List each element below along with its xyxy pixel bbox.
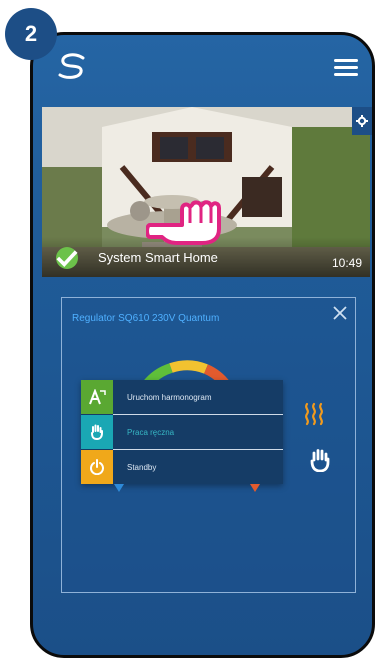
menu-item-manual[interactable]: Praca ręczna: [81, 415, 283, 449]
mode-menu: Uruchom harmonogram Praca ręczna Standby: [81, 380, 283, 484]
range-marker-left: [114, 484, 124, 492]
step-number-badge: 2: [5, 8, 57, 60]
power-icon: [81, 450, 113, 484]
menu-item-schedule[interactable]: Uruchom harmonogram: [81, 380, 283, 414]
hamburger-menu-icon[interactable]: [334, 59, 358, 77]
close-icon[interactable]: [333, 306, 347, 320]
step-number: 2: [24, 21, 38, 46]
app-top-bar: [33, 35, 372, 99]
home-title: System Smart Home: [98, 250, 218, 265]
menu-item-label: Praca ręczna: [127, 427, 175, 437]
device-panel: Regulator SQ610 230V Quantum Uruchom har…: [61, 297, 356, 593]
phone-screen: System Smart Home 10:49 Regulator SQ610 …: [30, 32, 375, 658]
check-icon: [56, 247, 78, 269]
tap-hand-pointer-icon: [146, 200, 221, 245]
device-panel-title: Regulator SQ610 230V Quantum: [72, 313, 220, 324]
home-time: 10:49: [331, 256, 362, 270]
schedule-a-icon: [81, 380, 113, 414]
menu-item-label: Uruchom harmonogram: [127, 392, 212, 402]
gear-icon[interactable]: [352, 107, 372, 135]
heating-waves-icon[interactable]: [303, 402, 325, 426]
smart-home-s-logo-icon[interactable]: [55, 51, 89, 81]
hand-icon[interactable]: [310, 448, 330, 472]
menu-item-label: Standby: [127, 462, 157, 472]
range-marker-right: [250, 484, 260, 492]
menu-item-standby[interactable]: Standby: [81, 450, 283, 484]
hand-icon: [81, 415, 113, 449]
